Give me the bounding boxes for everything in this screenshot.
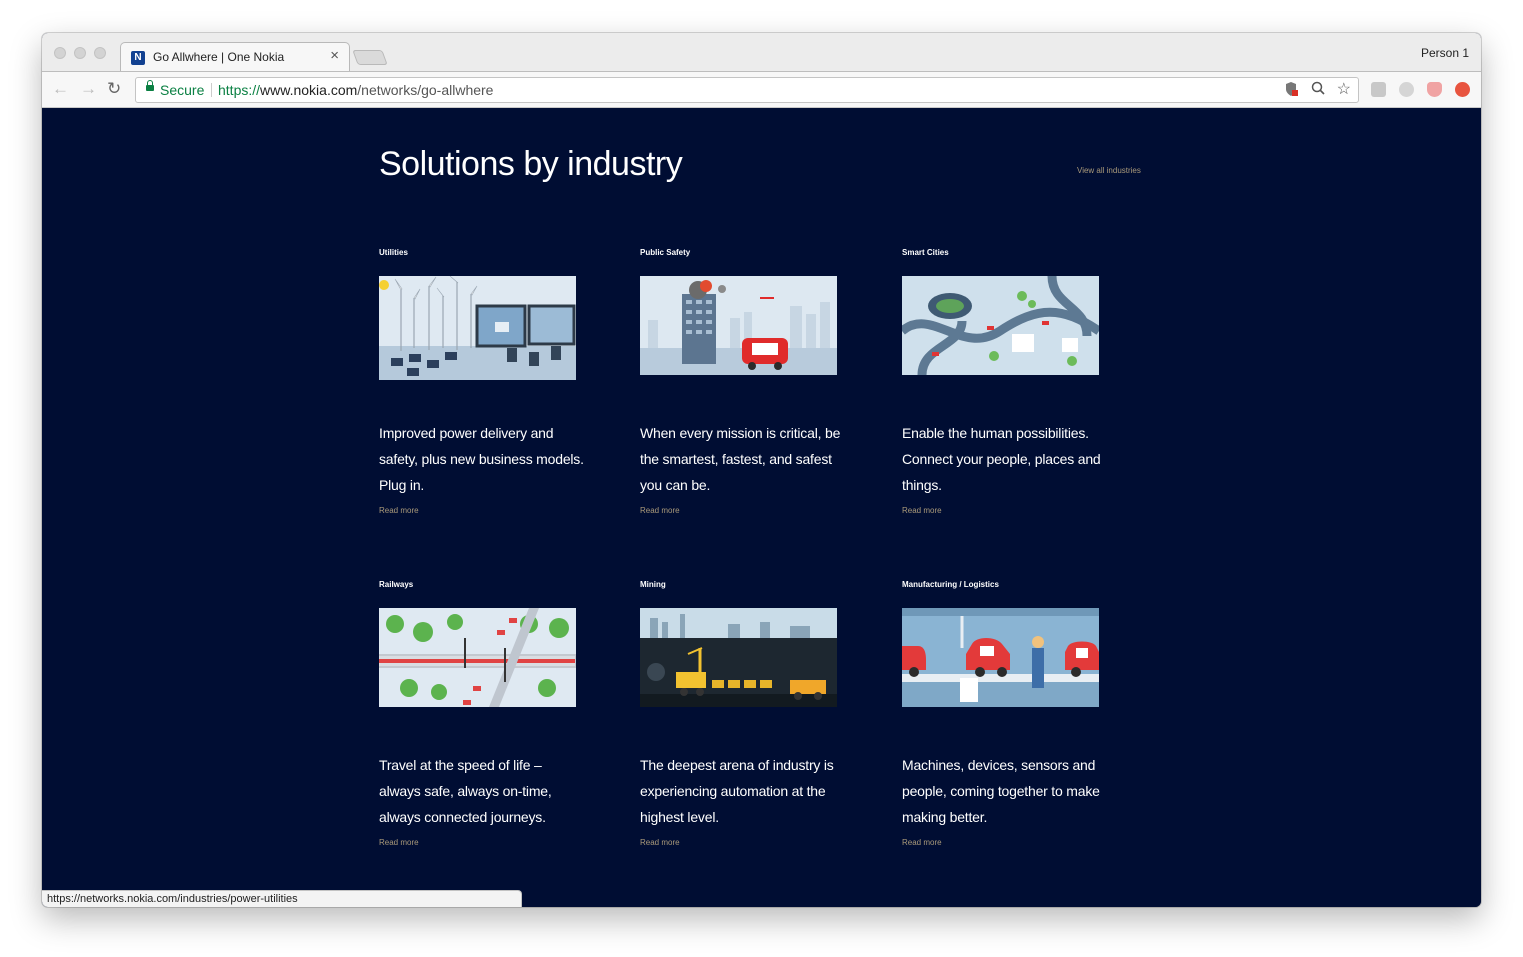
read-more-link[interactable]: Read more: [640, 838, 680, 847]
bookmark-star-icon[interactable]: ☆: [1337, 81, 1351, 99]
minimize-window-button[interactable]: [74, 47, 86, 59]
url-path: /networks/go-allwhere: [357, 82, 494, 98]
read-more-link[interactable]: Read more: [379, 506, 419, 515]
industry-title: Manufacturing / Logistics: [902, 580, 999, 589]
industry-title: Utilities: [379, 248, 408, 257]
url-host: www.nokia.com: [260, 82, 358, 98]
upload-extension-icon[interactable]: [1455, 82, 1470, 97]
mining-image: [640, 608, 837, 707]
manufacturing-image: [902, 608, 1099, 707]
secure-label: Secure: [160, 82, 205, 98]
new-tab-button[interactable]: [352, 50, 388, 65]
nokia-favicon-icon: N: [131, 51, 145, 65]
public-safety-illustration[interactable]: [640, 276, 837, 375]
browser-window: N Go Allwhere | One Nokia × Person 1 ← →…: [42, 33, 1481, 907]
blocked-content-icon[interactable]: [1284, 81, 1298, 101]
profile-button[interactable]: Person 1: [1421, 46, 1469, 60]
railways-illustration[interactable]: [379, 608, 576, 707]
zoom-icon[interactable]: [1311, 81, 1325, 99]
close-window-button[interactable]: [54, 47, 66, 59]
industry-description: Improved power delivery and safety, plus…: [379, 425, 584, 493]
page-title: Solutions by industry: [379, 145, 683, 183]
view-all-industries-link[interactable]: View all industries: [1077, 166, 1141, 175]
address-bar[interactable]: Secure https://www.nokia.com/networks/go…: [135, 77, 1359, 103]
tab-title: Go Allwhere | One Nokia: [153, 50, 285, 64]
back-arrow-icon[interactable]: ←: [52, 78, 69, 100]
industry-title: Public Safety: [640, 248, 691, 257]
reload-icon[interactable]: ↻: [107, 78, 121, 100]
tab-strip: N Go Allwhere | One Nokia × Person 1: [42, 33, 1481, 71]
mining-illustration[interactable]: [640, 608, 837, 707]
browser-tab[interactable]: N Go Allwhere | One Nokia ×: [120, 42, 350, 71]
browser-toolbar: ← → ↻ Secure https://www.nokia.com/netwo…: [42, 71, 1481, 108]
smart-cities-illustration[interactable]: [902, 276, 1099, 375]
industry-description: When every mission is critical, be the s…: [640, 425, 841, 493]
status-bar: https://networks.nokia.com/industries/po…: [42, 890, 522, 907]
industry-title: Railways: [379, 580, 414, 589]
url-text[interactable]: https://www.nokia.com/networks/go-allwhe…: [218, 82, 493, 98]
read-more-link[interactable]: Read more: [902, 838, 942, 847]
industry-description: Travel at the speed of life – always saf…: [379, 757, 552, 825]
utilities-illustration[interactable]: [379, 276, 576, 380]
lock-icon: [146, 80, 154, 91]
url-scheme: https://: [218, 82, 261, 98]
industry-description: Machines, devices, sensors and people, c…: [902, 757, 1100, 825]
read-more-link[interactable]: Read more: [640, 506, 680, 515]
extension-icon[interactable]: [1371, 82, 1386, 97]
extension-circle-icon[interactable]: [1399, 82, 1414, 97]
read-more-link[interactable]: Read more: [902, 506, 942, 515]
shield-extension-icon[interactable]: [1427, 82, 1442, 97]
industry-description: The deepest arena of industry is experie…: [640, 757, 834, 825]
zoom-window-button[interactable]: [94, 47, 106, 59]
omnibox-divider: [211, 83, 212, 97]
page-content: Solutions by industry View all industrie…: [42, 108, 1481, 907]
forward-arrow-icon[interactable]: →: [80, 78, 97, 100]
railways-image: [379, 608, 576, 707]
manufacturing-illustration[interactable]: [902, 608, 1099, 707]
industry-description: Enable the human possibilities. Connect …: [902, 425, 1101, 493]
smart-cities-image: [902, 276, 1099, 375]
utilities-image: [379, 276, 576, 380]
read-more-link[interactable]: Read more: [379, 838, 419, 847]
industry-title: Mining: [640, 580, 666, 589]
industry-title: Smart Cities: [902, 248, 949, 257]
public-safety-image: [640, 276, 837, 375]
close-tab-icon[interactable]: ×: [330, 48, 339, 64]
